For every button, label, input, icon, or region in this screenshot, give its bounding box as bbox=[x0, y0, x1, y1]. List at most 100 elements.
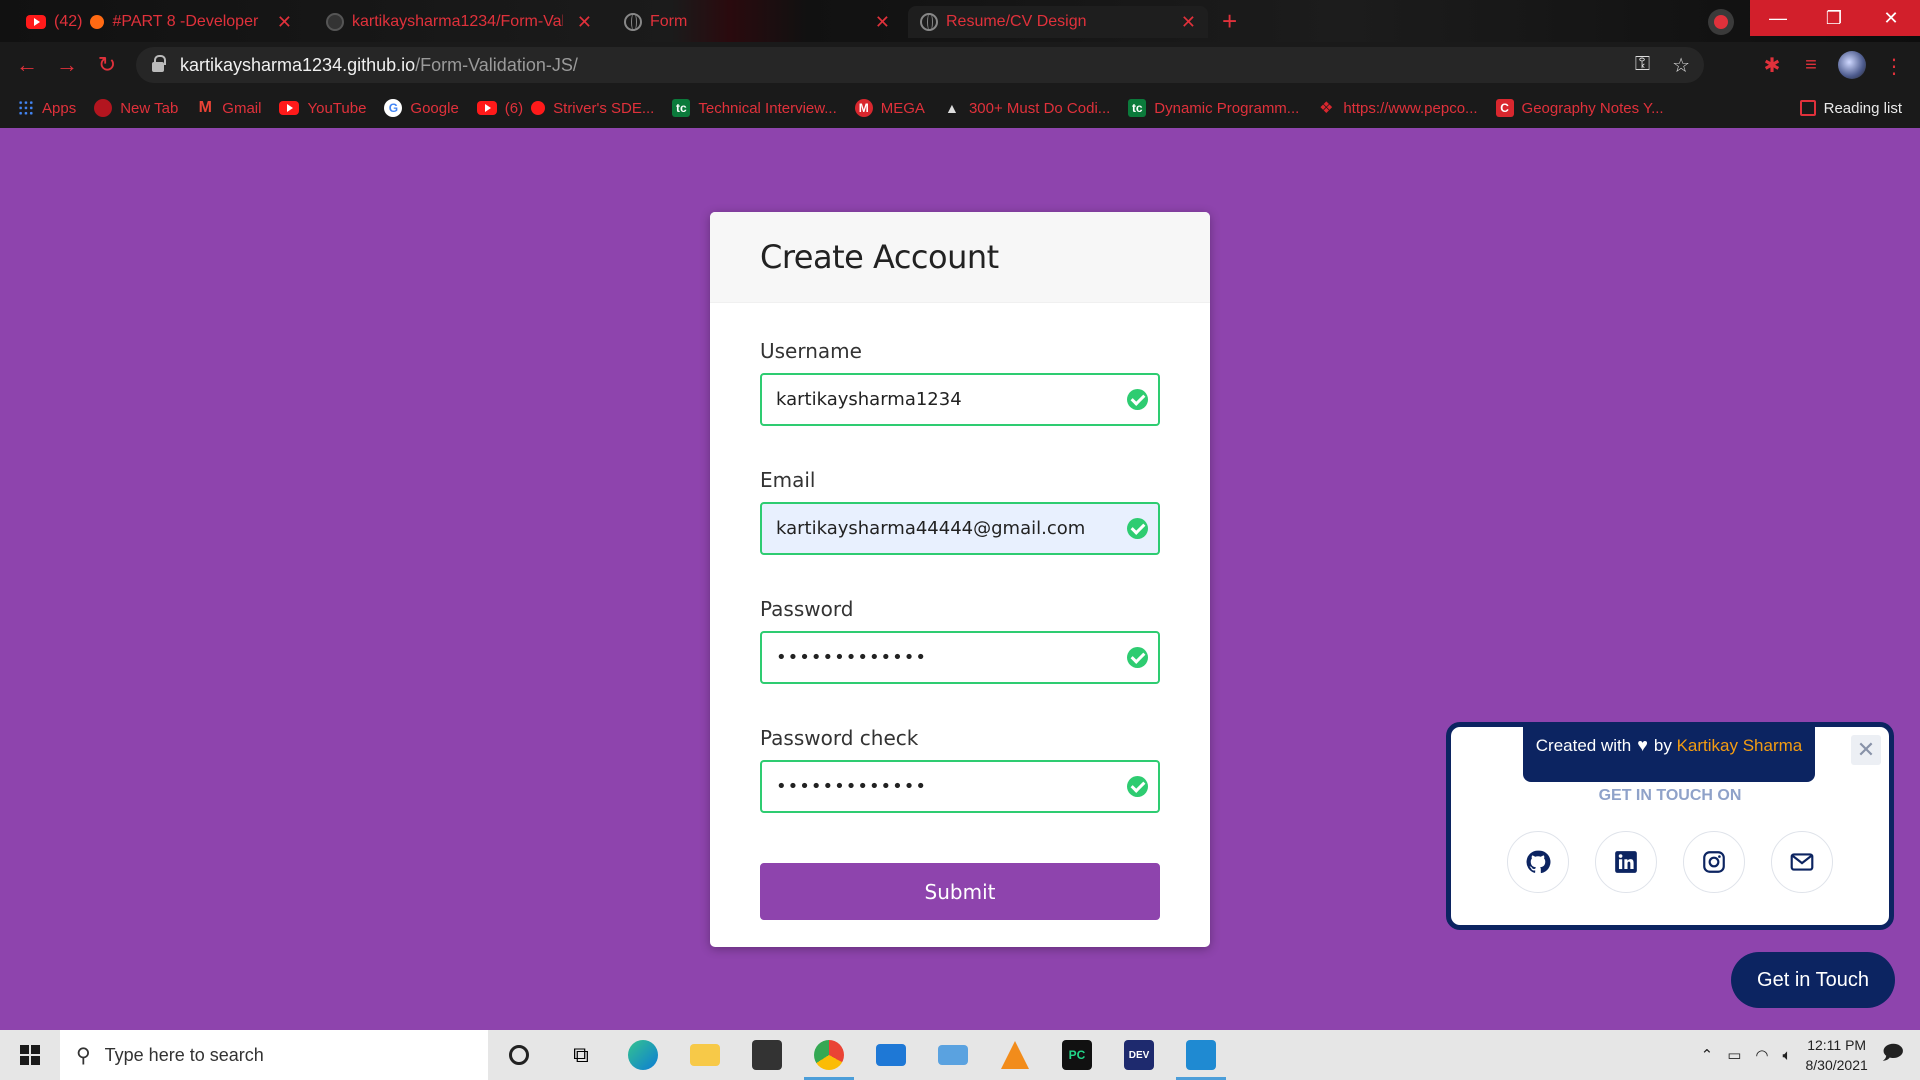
bookmark-pepcoding[interactable]: ❖ https://www.pepco... bbox=[1317, 99, 1477, 118]
taskbar-chrome[interactable] bbox=[798, 1030, 860, 1080]
close-tab-icon[interactable]: ✕ bbox=[875, 12, 890, 33]
bookmark-youtube[interactable]: YouTube bbox=[279, 100, 366, 117]
vlc-icon bbox=[1001, 1041, 1029, 1069]
browser-tab-strip: (42) #PART 8 -Developer Port ✕ kartikays… bbox=[0, 0, 1920, 42]
taskbar-vscode[interactable] bbox=[1170, 1030, 1232, 1080]
clock[interactable]: 12:11 PM 8/30/2021 bbox=[1806, 1035, 1868, 1075]
close-widget-button[interactable]: ✕ bbox=[1851, 735, 1881, 765]
close-tab-icon[interactable]: ✕ bbox=[577, 12, 592, 33]
password-label: Password bbox=[760, 597, 854, 621]
bookmark-geography-notes[interactable]: C Geography Notes Y... bbox=[1495, 99, 1664, 117]
chevron-up-icon[interactable]: ⌃ bbox=[1701, 1046, 1714, 1064]
github-icon bbox=[326, 13, 344, 31]
bookmark-mega[interactable]: M MEGA bbox=[854, 99, 925, 117]
taskbar-pycharm[interactable]: PC bbox=[1046, 1030, 1108, 1080]
url-input[interactable]: kartikaysharma1234.github.io/Form-Valida… bbox=[136, 47, 1704, 83]
taskbar-mail[interactable] bbox=[860, 1030, 922, 1080]
author-link[interactable]: Kartikay Sharma bbox=[1677, 736, 1803, 755]
tab-github[interactable]: kartikaysharma1234/Form-Valida ✕ bbox=[314, 6, 604, 38]
clock-time: 12:11 PM bbox=[1807, 1037, 1867, 1053]
password-check-input[interactable] bbox=[760, 760, 1160, 813]
search-placeholder: Type here to search bbox=[104, 1044, 264, 1065]
tab-notification-count: (42) bbox=[54, 13, 83, 30]
bookmark-apps[interactable]: Apps bbox=[18, 100, 76, 117]
close-tab-icon[interactable]: ✕ bbox=[1181, 12, 1196, 33]
pycharm-icon: PC bbox=[1062, 1040, 1092, 1070]
url-path: /Form-Validation-JS/ bbox=[415, 54, 578, 75]
menu-kebab-icon[interactable]: ⋮ bbox=[1884, 54, 1904, 79]
instagram-link[interactable] bbox=[1683, 831, 1745, 893]
back-icon[interactable]: ← bbox=[12, 50, 42, 80]
mail-icon bbox=[1790, 853, 1814, 871]
reload-icon[interactable]: ↻ bbox=[92, 50, 122, 80]
taskbar-devcpp[interactable]: DEV bbox=[1108, 1030, 1170, 1080]
wifi-icon[interactable]: ◠ bbox=[1755, 1046, 1768, 1064]
forward-icon[interactable]: → bbox=[52, 50, 82, 80]
task-view-button[interactable]: ⧉ bbox=[550, 1030, 612, 1080]
taskbar-search[interactable]: ⚲ Type here to search bbox=[60, 1030, 488, 1080]
tc-icon: tc bbox=[672, 99, 691, 117]
submit-button[interactable]: Submit bbox=[760, 863, 1160, 920]
notification-icon[interactable]: 🗩︎ bbox=[1882, 1038, 1904, 1072]
page-title: Create Account bbox=[760, 238, 999, 276]
tab-youtube[interactable]: (42) #PART 8 -Developer Port ✕ bbox=[14, 6, 304, 38]
battery-icon[interactable]: ▭ bbox=[1727, 1046, 1741, 1064]
bookmark-youtube-notifications[interactable]: (6) Striver's SDE... bbox=[476, 100, 654, 117]
recording-extension-icon[interactable] bbox=[1708, 9, 1734, 35]
check-circle-icon bbox=[1127, 776, 1148, 797]
tab-title: #PART 8 -Developer Port bbox=[112, 13, 262, 30]
bookmark-new-tab[interactable]: New Tab bbox=[94, 99, 178, 117]
cortana-icon bbox=[509, 1045, 529, 1065]
get-in-touch-button[interactable]: Get in Touch bbox=[1731, 952, 1895, 1008]
search-icon: ⚲ bbox=[76, 1044, 91, 1067]
volume-icon[interactable]: 🔈︎ bbox=[1782, 1047, 1791, 1064]
contact-widget: Created with ♥ by Kartikay Sharma ✕ GET IN… bbox=[1446, 722, 1894, 930]
extension-icon[interactable]: ✱ bbox=[1759, 52, 1785, 78]
start-button[interactable] bbox=[0, 1030, 60, 1080]
bookmark-star-icon[interactable]: ☆ bbox=[1672, 53, 1690, 78]
media-icon[interactable]: ≡ bbox=[1798, 52, 1824, 78]
pepcoding-icon: ❖ bbox=[1319, 100, 1334, 117]
edge-icon bbox=[628, 1040, 658, 1070]
windows-icon bbox=[20, 1045, 40, 1065]
tab-resume[interactable]: Resume/CV Design ✕ bbox=[908, 6, 1208, 38]
new-tab-button[interactable]: + bbox=[1222, 6, 1237, 36]
reading-list-button[interactable]: Reading list bbox=[1799, 88, 1902, 128]
bookmark-google[interactable]: G Google bbox=[384, 99, 459, 117]
taskbar-store[interactable] bbox=[736, 1030, 798, 1080]
taskbar-this-pc[interactable] bbox=[922, 1030, 984, 1080]
globe-icon bbox=[624, 13, 642, 31]
store-icon bbox=[752, 1040, 782, 1070]
password-input[interactable] bbox=[760, 631, 1160, 684]
bookmark-must-do-coding[interactable]: ▲ 300+ Must Do Codi... bbox=[943, 99, 1110, 117]
taskbar-vlc[interactable] bbox=[984, 1030, 1046, 1080]
lock-icon[interactable] bbox=[152, 55, 166, 72]
bookmark-dynamic-programming[interactable]: tc Dynamic Programm... bbox=[1128, 99, 1299, 117]
key-icon[interactable]: ⚿ bbox=[1635, 53, 1650, 78]
taskbar-file-explorer[interactable] bbox=[674, 1030, 736, 1080]
close-window-button[interactable]: ✕ bbox=[1862, 0, 1920, 36]
youtube-icon bbox=[476, 101, 497, 115]
minimize-button[interactable]: — bbox=[1750, 0, 1806, 36]
bookmark-technical-interview[interactable]: tc Technical Interview... bbox=[672, 99, 837, 117]
username-input[interactable] bbox=[760, 373, 1160, 426]
check-circle-icon bbox=[1127, 389, 1148, 410]
new-tab-icon bbox=[94, 99, 113, 117]
email-link[interactable] bbox=[1771, 831, 1833, 893]
taskbar-edge[interactable] bbox=[612, 1030, 674, 1080]
bookmark-gmail[interactable]: M Gmail bbox=[196, 99, 262, 117]
github-link[interactable] bbox=[1507, 831, 1569, 893]
get-in-touch-on-label: GET IN TOUCH ON bbox=[1598, 787, 1742, 804]
close-tab-icon[interactable]: ✕ bbox=[277, 12, 292, 33]
record-dot-icon bbox=[90, 15, 105, 29]
email-input[interactable] bbox=[760, 502, 1160, 555]
cortana-button[interactable] bbox=[488, 1030, 550, 1080]
restore-button[interactable]: ❐ bbox=[1806, 0, 1862, 36]
profile-avatar[interactable] bbox=[1838, 51, 1866, 79]
password-check-label: Password check bbox=[760, 726, 919, 750]
card-header: Create Account bbox=[710, 212, 1210, 303]
gmail-icon: M bbox=[198, 99, 212, 116]
linkedin-link[interactable] bbox=[1595, 831, 1657, 893]
tab-form[interactable]: Form ✕ bbox=[612, 6, 902, 38]
address-bar-row: ← → ↻ kartikaysharma1234.github.io/Form-… bbox=[0, 42, 1920, 88]
